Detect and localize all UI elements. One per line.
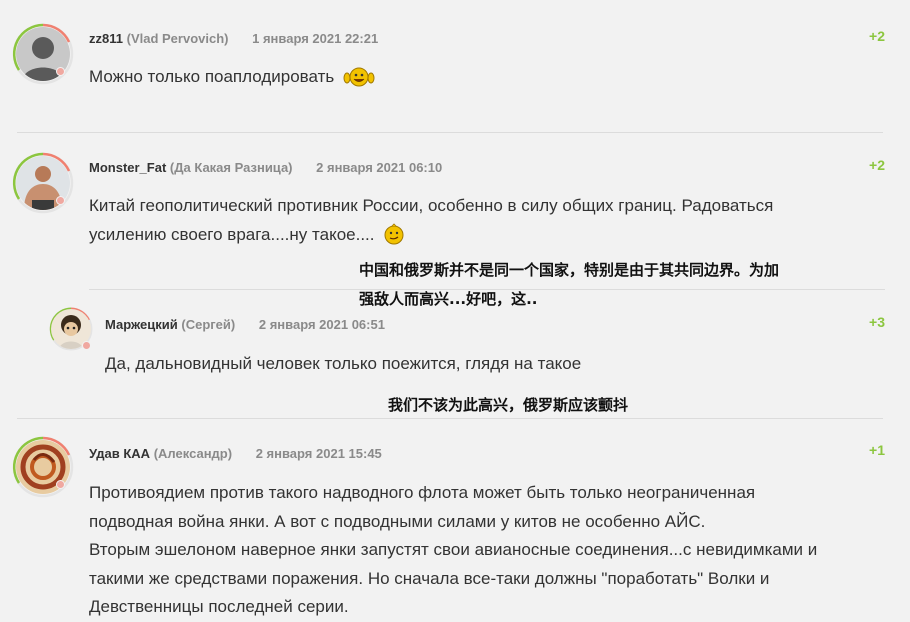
comment-score[interactable]: +2 — [869, 28, 885, 44]
comment-score[interactable]: +1 — [869, 442, 885, 458]
author-realname: (Vlad Pervovich) — [126, 31, 229, 46]
author-realname: (Сергей) — [181, 317, 236, 332]
online-status-dot — [56, 480, 65, 489]
translation-caption: 我们不该为此高兴，俄罗斯应该颤抖 — [388, 396, 629, 414]
author-realname: (Александр) — [153, 446, 233, 461]
applause-smiley-icon — [343, 65, 375, 97]
comment-divider — [17, 132, 883, 133]
author-nick[interactable]: zz811 — [89, 31, 123, 46]
smirk-smiley-icon — [383, 222, 405, 255]
comment-date[interactable]: 2 января 2021 06:10 — [316, 160, 442, 175]
online-status-dot — [82, 341, 91, 350]
online-status-dot — [56, 67, 65, 76]
comment-meta: Маржецкий (Сергей) 2 января 2021 06:51 — [105, 317, 385, 332]
comment-text: Противоядием против такого надводного фл… — [89, 483, 818, 616]
online-status-dot — [56, 196, 65, 205]
comment-date[interactable]: 2 января 2021 06:51 — [259, 317, 385, 332]
comment-meta: zz811 (Vlad Pervovich) 1 января 2021 22:… — [89, 31, 378, 46]
author-realname: (Да Какая Разница) — [169, 160, 293, 175]
author-nick[interactable]: Удав КАА — [89, 446, 150, 461]
comment: zz811 (Vlad Pervovich) 1 января 2021 22:… — [0, 0, 910, 135]
comment-score[interactable]: +2 — [869, 157, 885, 173]
author-nick[interactable]: Monster_Fat — [89, 160, 166, 175]
comment-text: Китай геополитический противник России, … — [89, 192, 773, 254]
comment-meta: Удав КАА (Александр) 2 января 2021 15:45 — [89, 446, 382, 461]
comment-text: Да, дальновидный человек только поежится… — [105, 354, 582, 373]
author-nick[interactable]: Маржецкий — [105, 317, 178, 332]
comment-text: Можно только поаплодировать — [89, 63, 375, 97]
comment-date[interactable]: 2 января 2021 15:45 — [256, 446, 382, 461]
comment-meta: Monster_Fat (Да Какая Разница) 2 января … — [89, 160, 442, 175]
comment-score[interactable]: +3 — [869, 314, 885, 330]
comment-date[interactable]: 1 января 2021 22:21 — [252, 31, 378, 46]
comment: Удав КАА (Александр) 2 января 2021 15:45… — [0, 419, 910, 616]
